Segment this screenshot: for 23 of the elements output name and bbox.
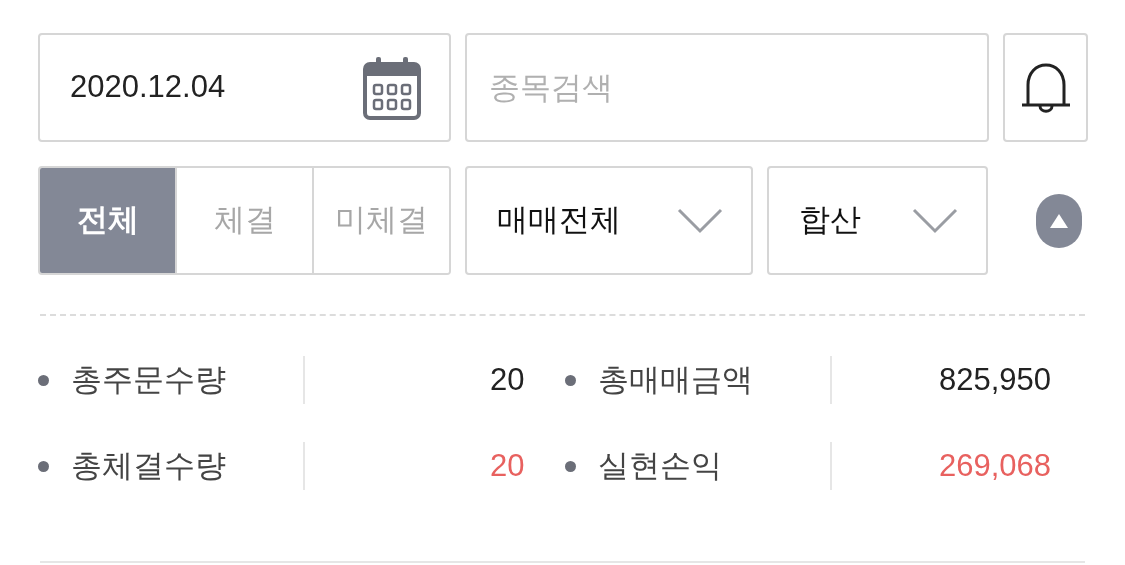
dropdown[interactable]: 매매전체: [465, 166, 753, 275]
bullet-icon: [38, 374, 49, 386]
collapse-button[interactable]: [1036, 193, 1082, 248]
bullet-icon: [564, 374, 576, 386]
calendar-icon: [363, 55, 421, 120]
summary-label: 총매매금액: [597, 360, 754, 399]
summary-label: 총체결수량: [71, 446, 227, 485]
summary-label: 총주문수량: [71, 360, 227, 399]
summary-label: 실현손익: [597, 446, 723, 485]
date-field[interactable]: 2020.12.04: [38, 33, 451, 142]
summary-value: 20: [489, 446, 525, 485]
triangle-up-icon: [1049, 212, 1069, 229]
bullet-icon: [38, 460, 49, 472]
bullet-icon: [564, 460, 576, 472]
search-field[interactable]: 종목검색: [465, 33, 989, 142]
filter-tab[interactable]: 전체: [40, 168, 175, 273]
chevron-down-icon: [677, 207, 723, 234]
chevron-down-icon: [912, 207, 958, 234]
summary-value: 269,068: [937, 446, 1051, 485]
bell-button[interactable]: [1003, 33, 1088, 142]
summary-value: 20: [489, 360, 525, 399]
dropdown[interactable]: 합산: [767, 166, 988, 275]
summary-value: 825,950: [937, 360, 1051, 399]
